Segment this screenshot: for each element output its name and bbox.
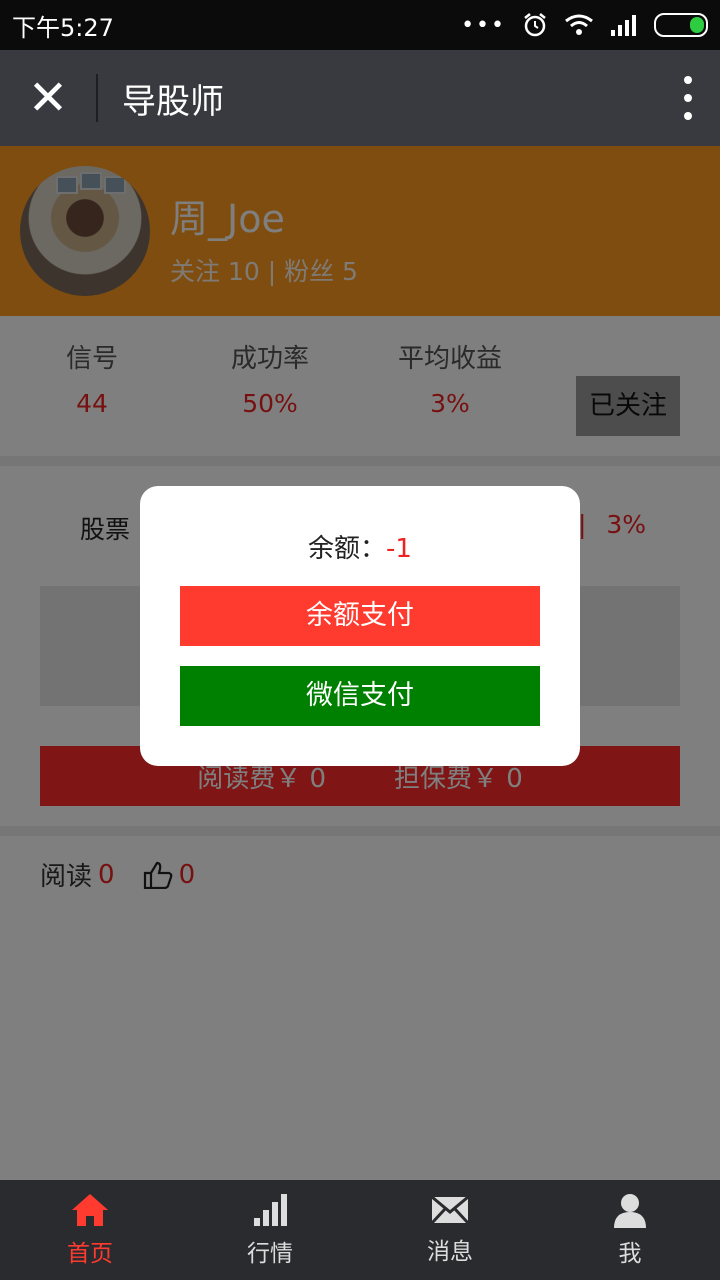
cell-signal-icon	[611, 15, 636, 36]
close-button[interactable]: ✕	[0, 50, 96, 146]
tab-home[interactable]: 首页	[0, 1180, 180, 1280]
title-bar: ✕ 导股师	[0, 50, 720, 146]
battery-icon	[654, 13, 708, 37]
alarm-icon	[524, 13, 546, 37]
signal-bars-icon	[254, 1194, 287, 1226]
mail-icon	[430, 1195, 470, 1225]
more-notifications-icon: •••	[461, 12, 506, 38]
status-bar: 下午5:27 •••	[0, 0, 720, 50]
balance-pay-button[interactable]: 余额支付	[180, 586, 540, 646]
user-icon	[614, 1194, 646, 1228]
tab-me[interactable]: 我	[540, 1180, 720, 1280]
bottom-tab-bar: 首页 行情 消息 我	[0, 1180, 720, 1280]
page-title: 导股师	[122, 81, 224, 122]
status-time: 下午5:27	[12, 13, 114, 42]
tab-market[interactable]: 行情	[180, 1180, 360, 1280]
payment-dialog: 余额：-1 余额支付 微信支付	[140, 486, 580, 766]
tab-messages[interactable]: 消息	[360, 1180, 540, 1280]
balance-line: 余额：-1	[308, 534, 412, 564]
more-menu-button[interactable]	[656, 76, 720, 120]
more-dots-icon	[684, 76, 692, 84]
title-divider	[96, 74, 98, 122]
wifi-icon	[565, 14, 593, 35]
wechat-pay-button[interactable]: 微信支付	[180, 666, 540, 726]
home-icon	[72, 1194, 108, 1226]
balance-value: -1	[386, 534, 412, 564]
